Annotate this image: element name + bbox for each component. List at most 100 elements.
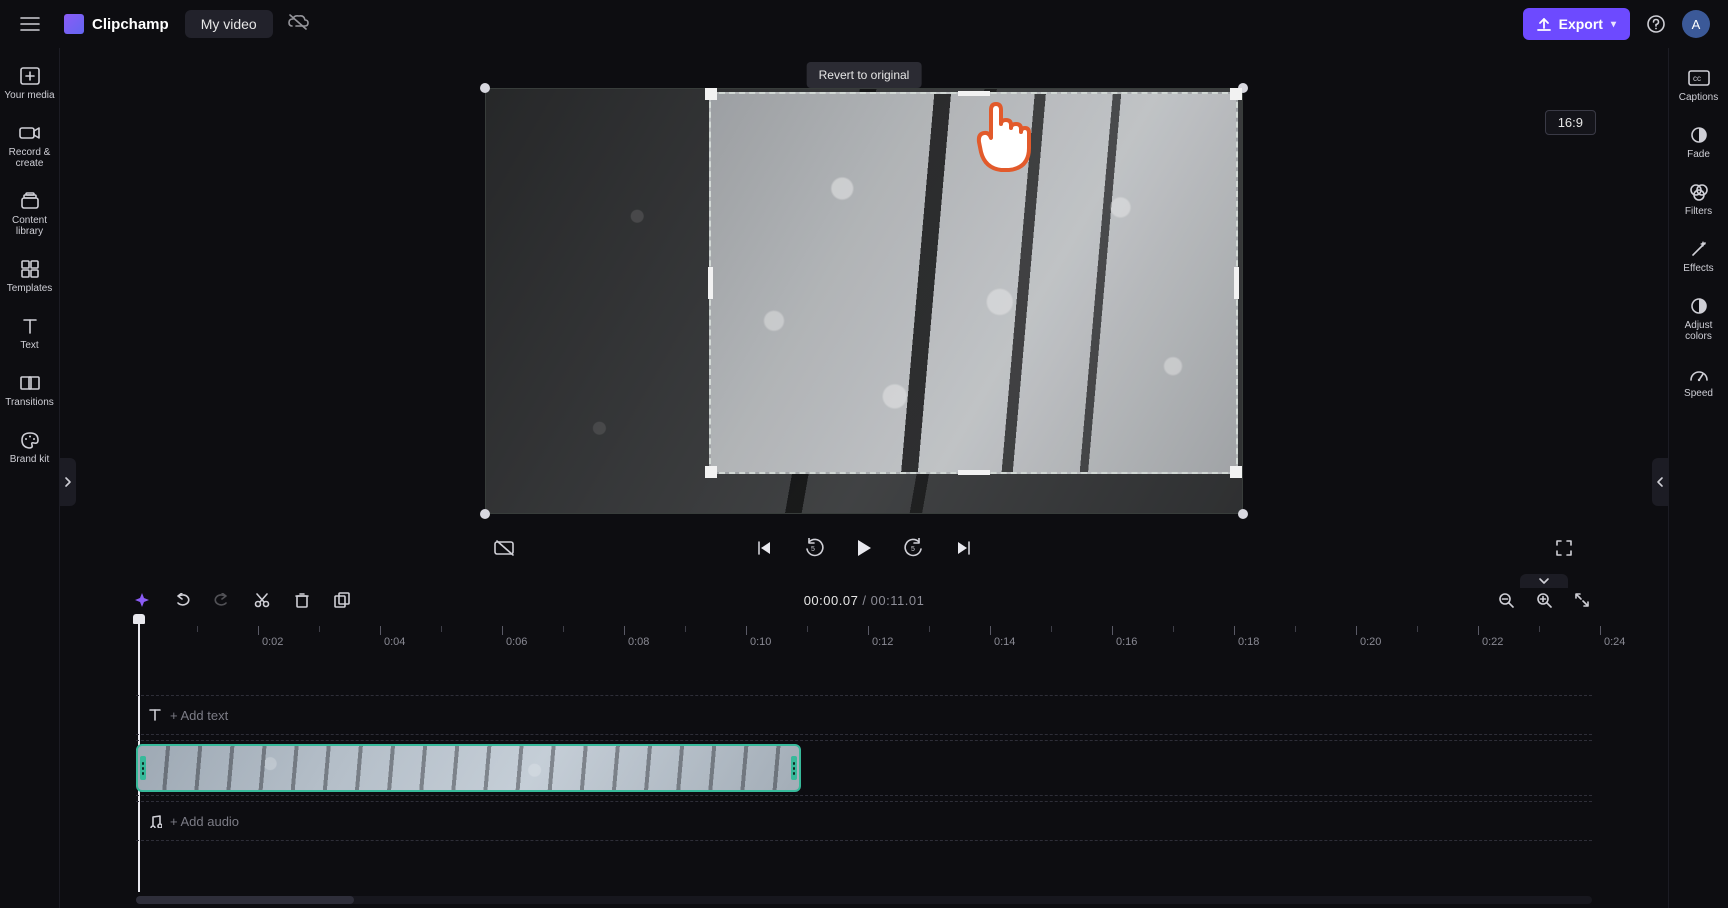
sidebar-item-transitions[interactable]: Transitions <box>0 363 59 420</box>
rightbar-item-label: Effects <box>1683 263 1713 274</box>
ruler-tick-minor <box>563 626 564 632</box>
seek-back-button[interactable]: 5 <box>800 534 828 562</box>
sidebar-item-brand-kit[interactable]: Brand kit <box>0 420 59 477</box>
rightbar-item-speed[interactable]: Speed <box>1669 354 1728 411</box>
user-avatar[interactable]: A <box>1682 10 1710 38</box>
ruler-tick <box>990 626 991 635</box>
clip-trim-right[interactable] <box>791 756 797 780</box>
seek-forward-button[interactable]: 5 <box>900 534 928 562</box>
camera-icon <box>19 123 41 143</box>
timeline-ruler[interactable]: 0:020:040:060:080:100:120:140:160:180:20… <box>60 624 1668 652</box>
ruler-tick-minor <box>1051 626 1052 632</box>
timeline-collapse-button[interactable] <box>1520 574 1568 588</box>
fullscreen-button[interactable] <box>1550 534 1578 562</box>
rightbar-item-captions[interactable]: cc Captions <box>1669 58 1728 115</box>
transitions-icon <box>20 373 40 393</box>
avatar-letter: A <box>1692 17 1701 32</box>
sidebar-item-templates[interactable]: Templates <box>0 249 59 306</box>
effects-icon <box>1690 239 1708 259</box>
sidebar-item-your-media[interactable]: Your media <box>0 56 59 113</box>
library-icon <box>20 191 40 211</box>
menu-button[interactable] <box>0 0 60 48</box>
ruler-tick <box>868 626 869 635</box>
add-text-track[interactable]: + Add text <box>136 698 1592 732</box>
duplicate-button[interactable] <box>332 590 352 610</box>
captions-icon: cc <box>1688 68 1710 88</box>
rightbar-item-label: Captions <box>1679 92 1718 103</box>
zoom-in-button[interactable] <box>1534 590 1554 610</box>
sidebar-item-record-create[interactable]: Record & create <box>0 113 59 181</box>
timeline-toolbar: 00:00.07 / 00:11.01 <box>60 582 1668 618</box>
right-panel-toggle[interactable] <box>1652 458 1668 506</box>
crop-handle-bottom[interactable] <box>958 470 990 475</box>
outer-handle-bl[interactable] <box>480 509 490 519</box>
ruler-tick-minor <box>929 626 930 632</box>
auto-compose-button[interactable] <box>132 590 152 610</box>
ruler-tick-minor <box>807 626 808 632</box>
play-button[interactable] <box>850 534 878 562</box>
zoom-fit-button[interactable] <box>1572 590 1592 610</box>
ruler-tick-minor <box>197 626 198 632</box>
time-duration: 00:11.01 <box>871 593 925 608</box>
ruler-tick <box>258 626 259 635</box>
project-title[interactable]: My video <box>185 10 273 38</box>
ruler-tick-minor <box>1539 626 1540 632</box>
adjust-colors-icon <box>1690 296 1708 316</box>
sidebar-item-text[interactable]: Text <box>0 306 59 363</box>
rightbar-item-label: Speed <box>1684 388 1713 399</box>
time-current: 00:00.07 <box>804 593 859 608</box>
outer-handle-tl[interactable] <box>480 83 490 93</box>
crop-handle-right[interactable] <box>1234 267 1239 299</box>
video-clip[interactable] <box>136 744 801 792</box>
seek-end-button[interactable] <box>950 534 978 562</box>
zoom-out-button[interactable] <box>1496 590 1516 610</box>
ruler-label: 0:24 <box>1604 636 1625 648</box>
timeline-scrollbar[interactable] <box>136 896 1592 904</box>
time-display: 00:00.07 / 00:11.01 <box>804 593 925 608</box>
hide-canvas-ui-button[interactable] <box>490 534 518 562</box>
rightbar-item-effects[interactable]: Effects <box>1669 229 1728 286</box>
crop-handle-top[interactable] <box>958 91 990 96</box>
sidebar-item-content-library[interactable]: Content library <box>0 181 59 249</box>
undo-button[interactable] <box>172 590 192 610</box>
topbar: Clipchamp My video Export ▾ A <box>0 0 1728 48</box>
split-button[interactable] <box>252 590 272 610</box>
cloud-sync-off-icon[interactable] <box>287 13 309 36</box>
outer-handle-br[interactable] <box>1238 509 1248 519</box>
rightbar-item-label: Fade <box>1687 149 1710 160</box>
sidebar-item-label: Record & create <box>9 147 51 169</box>
clip-trim-left[interactable] <box>140 756 146 780</box>
chevron-down-icon: ▾ <box>1611 19 1616 30</box>
svg-text:5: 5 <box>911 546 915 553</box>
crop-handle-tl[interactable] <box>705 88 717 100</box>
delete-button[interactable] <box>292 590 312 610</box>
aspect-ratio-button[interactable]: 16:9 <box>1545 110 1596 135</box>
redo-button[interactable] <box>212 590 232 610</box>
palette-icon <box>20 430 40 450</box>
help-button[interactable] <box>1640 8 1672 40</box>
speed-icon <box>1689 364 1709 384</box>
add-audio-track[interactable]: + Add audio <box>136 804 1592 838</box>
rightbar-item-adjust-colors[interactable]: Adjust colors <box>1669 286 1728 354</box>
playback-controls: 5 5 <box>60 528 1668 568</box>
ruler-label: 0:08 <box>628 636 649 648</box>
app-logo[interactable]: Clipchamp <box>64 14 169 34</box>
rightbar-item-filters[interactable]: Filters <box>1669 172 1728 229</box>
crop-handle-br[interactable] <box>1230 466 1242 478</box>
crop-region[interactable] <box>709 92 1238 474</box>
export-button[interactable]: Export ▾ <box>1523 8 1630 40</box>
scrollbar-thumb[interactable] <box>136 896 354 904</box>
ruler-tick <box>380 626 381 635</box>
sidebar-item-label: Templates <box>7 283 53 294</box>
ruler-label: 0:20 <box>1360 636 1381 648</box>
preview-canvas[interactable] <box>485 88 1243 514</box>
seek-start-button[interactable] <box>750 534 778 562</box>
rightbar-item-fade[interactable]: Fade <box>1669 115 1728 172</box>
crop-handle-left[interactable] <box>708 267 713 299</box>
ruler-label: 0:18 <box>1238 636 1259 648</box>
templates-icon <box>21 259 39 279</box>
ruler-label: 0:02 <box>262 636 283 648</box>
crop-handle-bl[interactable] <box>705 466 717 478</box>
svg-text:cc: cc <box>1693 74 1701 83</box>
crop-handle-tr[interactable] <box>1230 88 1242 100</box>
